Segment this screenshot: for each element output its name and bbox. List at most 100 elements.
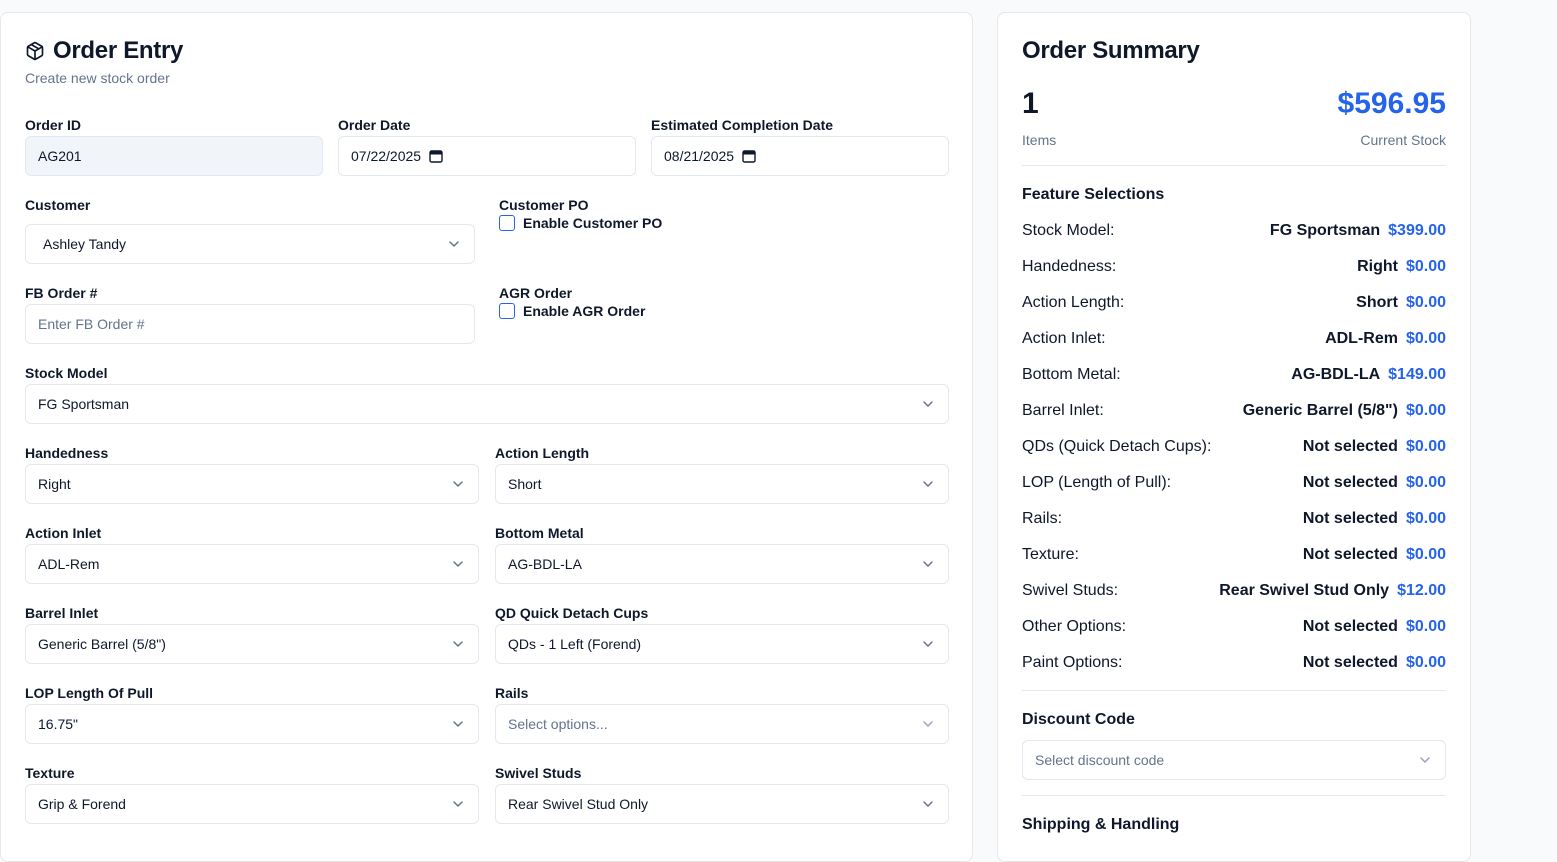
divider xyxy=(1022,165,1446,166)
chevron-down-icon xyxy=(923,721,933,727)
feature-row: Texture: Not selected $0.00 xyxy=(1022,543,1446,567)
customer-po-toggle[interactable]: Enable Customer PO xyxy=(499,215,662,231)
bottom-metal-label: Bottom Metal xyxy=(495,525,584,541)
texture-select[interactable]: Grip & Forend xyxy=(25,784,479,824)
discount-code-placeholder: Select discount code xyxy=(1035,752,1165,768)
barrel-inlet-select[interactable]: Generic Barrel (5/8") xyxy=(25,624,479,664)
qd-cups-label: QD Quick Detach Cups xyxy=(495,605,649,621)
handedness-select[interactable]: Right xyxy=(25,464,479,504)
swivel-studs-label: Swivel Studs xyxy=(495,765,582,781)
chevron-down-icon xyxy=(923,401,933,407)
est-completion-input[interactable]: 08/21/2025 xyxy=(651,136,949,176)
feature-label: Action Length: xyxy=(1022,294,1125,311)
chevron-down-icon xyxy=(923,641,933,647)
feature-row: Action Inlet: ADL-Rem $0.00 xyxy=(1022,327,1446,351)
order-summary-card: Order Summary 1 $596.95 Items Current St… xyxy=(997,12,1471,862)
agr-order-checkbox[interactable] xyxy=(499,303,515,319)
lop-label: LOP Length Of Pull xyxy=(25,685,154,701)
order-date-label: Order Date xyxy=(338,117,411,133)
feature-value: Rear Swivel Stud Only xyxy=(1219,582,1390,599)
handedness-label: Handedness xyxy=(25,445,109,461)
feature-label: Other Options: xyxy=(1022,618,1127,635)
bottom-metal-select[interactable]: AG-BDL-LA xyxy=(495,544,949,584)
feature-value: Right xyxy=(1357,258,1398,275)
order-id-label: Order ID xyxy=(25,117,82,133)
feature-label: Paint Options: xyxy=(1022,654,1123,671)
chevron-down-icon xyxy=(453,481,463,487)
customer-po-label: Customer PO xyxy=(499,197,589,213)
feature-label: Action Inlet: xyxy=(1022,330,1106,347)
feature-price: $0.00 xyxy=(1405,402,1446,419)
feature-value: Not selected xyxy=(1302,438,1398,455)
feature-value: FG Sportsman xyxy=(1269,222,1381,239)
customer-value: Ashley Tandy xyxy=(43,236,127,252)
page-title: Order Entry xyxy=(53,37,184,64)
barrel-inlet-value: Generic Barrel (5/8") xyxy=(38,636,166,652)
feature-row: LOP (Length of Pull): Not selected $0.00 xyxy=(1022,471,1446,495)
agr-order-toggle[interactable]: Enable AGR Order xyxy=(499,303,645,319)
feature-value: ADL-Rem xyxy=(1325,330,1398,347)
chevron-down-icon xyxy=(923,481,933,487)
total-price: $596.95 xyxy=(1337,87,1446,120)
lop-value: 16.75" xyxy=(38,716,79,732)
feature-label: Bottom Metal: xyxy=(1022,366,1121,383)
order-entry-card: Order Entry Create new stock order Order… xyxy=(0,12,973,862)
lop-select[interactable]: 16.75" xyxy=(25,704,479,744)
feature-label: Texture: xyxy=(1022,546,1079,563)
total-label: Current Stock xyxy=(1360,132,1446,148)
swivel-studs-select[interactable]: Rear Swivel Stud Only xyxy=(495,784,949,824)
customer-select[interactable]: Ashley Tandy xyxy=(25,224,475,264)
stock-model-value: FG Sportsman xyxy=(38,396,130,412)
action-inlet-select[interactable]: ADL-Rem xyxy=(25,544,479,584)
rails-label: Rails xyxy=(495,685,529,701)
customer-po-checkbox-label: Enable Customer PO xyxy=(523,215,663,231)
chevron-down-icon xyxy=(449,241,459,247)
stock-model-label: Stock Model xyxy=(25,365,108,381)
feature-row: Barrel Inlet: Generic Barrel (5/8") $0.00 xyxy=(1022,399,1446,423)
chevron-down-icon xyxy=(1420,757,1430,763)
calendar-icon[interactable] xyxy=(742,149,756,163)
package-icon xyxy=(26,41,44,61)
bottom-metal-value: AG-BDL-LA xyxy=(508,556,582,572)
items-count: 1 xyxy=(1022,87,1039,120)
stock-model-select[interactable]: FG Sportsman xyxy=(25,384,949,424)
feature-label: Stock Model: xyxy=(1022,222,1115,239)
action-length-value: Short xyxy=(508,476,542,492)
feature-label: Rails: xyxy=(1022,510,1063,527)
qd-cups-value: QDs - 1 Left (Forend) xyxy=(508,636,642,652)
action-length-label: Action Length xyxy=(495,445,590,461)
texture-value: Grip & Forend xyxy=(38,796,126,812)
discount-code-select[interactable]: Select discount code xyxy=(1022,740,1446,780)
feature-selections-heading: Feature Selections xyxy=(1022,186,1165,203)
action-length-select[interactable]: Short xyxy=(495,464,949,504)
feature-value: Generic Barrel (5/8") xyxy=(1242,402,1398,419)
items-label: Items xyxy=(1022,132,1057,148)
feature-price: $12.00 xyxy=(1397,582,1446,599)
fb-order-label: FB Order # xyxy=(25,285,98,301)
customer-po-checkbox[interactable] xyxy=(499,215,515,231)
feature-row: Bottom Metal: AG-BDL-LA $149.00 xyxy=(1022,363,1446,387)
feature-row: Paint Options: Not selected $0.00 xyxy=(1022,651,1446,675)
feature-label: Swivel Studs: xyxy=(1022,582,1119,599)
divider xyxy=(1022,690,1446,691)
feature-price: $149.00 xyxy=(1388,366,1446,383)
chevron-down-icon xyxy=(453,561,463,567)
rails-multiselect[interactable]: Select options... xyxy=(495,704,949,744)
feature-row: Rails: Not selected $0.00 xyxy=(1022,507,1446,531)
qd-cups-select[interactable]: QDs - 1 Left (Forend) xyxy=(495,624,949,664)
feature-price: $0.00 xyxy=(1405,546,1446,563)
feature-label: QDs (Quick Detach Cups): xyxy=(1022,438,1212,455)
chevron-down-icon xyxy=(923,561,933,567)
chevron-down-icon xyxy=(453,721,463,727)
fb-order-input[interactable]: Enter FB Order # xyxy=(25,304,475,344)
texture-label: Texture xyxy=(25,765,75,781)
est-completion-value: 08/21/2025 xyxy=(664,148,735,164)
order-date-input[interactable]: 07/22/2025 xyxy=(338,136,636,176)
handedness-value: Right xyxy=(38,476,71,492)
order-id-field[interactable]: AG201 xyxy=(25,136,323,176)
feature-row: Action Length: Short $0.00 xyxy=(1022,291,1446,315)
calendar-icon[interactable] xyxy=(429,149,443,163)
action-inlet-label: Action Inlet xyxy=(25,525,102,541)
feature-price: $0.00 xyxy=(1405,510,1446,527)
feature-price: $0.00 xyxy=(1405,258,1446,275)
